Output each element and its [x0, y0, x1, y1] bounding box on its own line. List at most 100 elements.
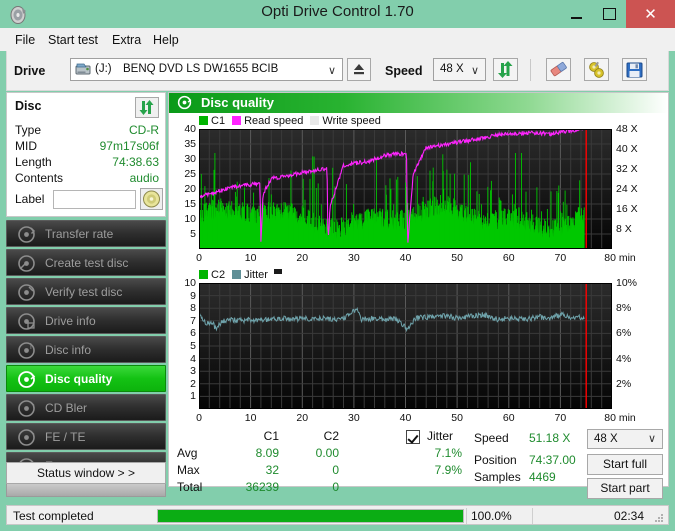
settings-button[interactable]	[584, 58, 609, 81]
disc-fete-icon	[17, 428, 36, 447]
stats-header-c2: C2	[323, 429, 339, 443]
start-full-button[interactable]: Start full	[587, 454, 663, 475]
sidebar-item-label: Create test disc	[45, 256, 129, 270]
status-bar: Test completed 100.0% 02:34	[6, 505, 669, 525]
legend-swatch-read-speed	[232, 116, 242, 125]
resize-grip-icon[interactable]	[653, 510, 664, 522]
sidebar-item-transfer-rate[interactable]: Transfer rate	[6, 220, 166, 247]
test-speed-select[interactable]: 48 X ∨	[587, 429, 663, 449]
row-value: audio	[129, 171, 159, 185]
y-tick-label: 5	[190, 228, 196, 240]
stats-total-c1: 36239	[245, 480, 279, 494]
panel-header: Disc quality	[169, 93, 668, 113]
progress-bar	[157, 509, 464, 523]
sidebar-item-disc-quality[interactable]: Disc quality	[6, 365, 166, 392]
y-tick-label: 25	[184, 168, 196, 180]
sidebar-item-create-test-disc[interactable]: Create test disc	[6, 249, 166, 276]
disc-verify-icon	[17, 283, 36, 302]
row-key: Type	[15, 123, 42, 137]
stats-row-label-total: Total	[177, 480, 203, 494]
stats-panel: C1 C2 Avg Max Total 8.09 32 36239 0.00 0…	[169, 429, 668, 499]
y-tick-label: 5	[190, 340, 196, 352]
legend-label-c1: C1	[211, 115, 226, 127]
y-tick-label: 35	[184, 138, 196, 150]
speed-select[interactable]: 48 X ∨	[433, 58, 486, 81]
sidebar-item-label: FE / TE	[45, 430, 86, 444]
y2-tick-label: 8%	[616, 302, 632, 315]
chart2-legend: C2 Jitter	[199, 269, 285, 281]
title-bar: Opti Drive Control 1.70 ✕	[0, 0, 675, 28]
sidebar-item-label: Disc info	[45, 343, 92, 357]
save-button[interactable]	[622, 58, 647, 81]
y-tick-label: 30	[184, 153, 196, 165]
menu-item-file[interactable]: File	[10, 31, 40, 49]
y-tick-label: 10	[184, 277, 196, 289]
disc-refresh-button[interactable]	[135, 97, 159, 118]
status-window-button[interactable]: Status window > >	[6, 462, 166, 484]
c2-jitter-chart[interactable]	[199, 283, 612, 409]
erase-button[interactable]	[546, 58, 571, 81]
read-label-button[interactable]	[140, 188, 163, 210]
y2-tick-label: 8 X	[616, 223, 632, 235]
page-title: Disc quality	[201, 95, 274, 110]
x-tick-label: 30	[348, 252, 360, 264]
row-value: 74:38.63	[112, 155, 159, 169]
stats-avg-c1: 8.09	[255, 446, 279, 460]
row-key: Length	[15, 155, 52, 169]
drive-select[interactable]: (J:) BENQ DVD LS DW1655 BCIB ∨	[70, 58, 343, 81]
sidebar-item-disc-info[interactable]: i Disc info	[6, 336, 166, 363]
refresh-button[interactable]	[493, 58, 518, 81]
y-tick-label: 20	[184, 183, 196, 195]
stats-total-c2: 0	[332, 480, 339, 494]
sidebar-item-drive-info[interactable]: Drive info	[6, 307, 166, 334]
sidebar-item-label: CD Bler	[45, 401, 88, 415]
start-part-button[interactable]: Start part	[587, 478, 663, 499]
x-tick-label: 20	[296, 412, 309, 424]
x-tick-label: 70	[554, 412, 567, 424]
y2-tick-label: 6%	[616, 327, 632, 340]
eject-button[interactable]	[347, 58, 371, 81]
disc-label-input[interactable]	[53, 190, 136, 209]
x-tick-label: 70	[554, 252, 567, 264]
toolbar: Drive (J:) BENQ DVD LS DW1655 BCIB ∨ Spe…	[6, 51, 669, 91]
minimize-button[interactable]	[560, 0, 593, 28]
y2-tick-label: 16 X	[616, 203, 638, 215]
menu-item-start-test[interactable]: Start test	[43, 31, 103, 49]
elapsed-time: 02:34	[613, 509, 644, 523]
stats-max-jitter: 7.9%	[434, 463, 462, 477]
x-tick-label: 20	[296, 252, 309, 264]
y2-tick-label: 10%	[616, 277, 638, 289]
menu-item-help[interactable]: Help	[148, 31, 184, 49]
x-tick-label: 10	[244, 412, 257, 424]
app-window: Opti Drive Control 1.70 ✕ File Start tes…	[0, 0, 675, 531]
status-text: Test completed	[13, 509, 94, 523]
sidebar-item-cd-bler[interactable]: CD Bler	[6, 394, 166, 421]
legend-swatch-c1	[199, 116, 208, 125]
legend-swatch-c2	[199, 270, 208, 279]
stats-max-c1: 32	[265, 463, 279, 477]
legend-label-read-speed: Read speed	[244, 115, 304, 127]
y-tick-label: 15	[184, 198, 196, 210]
sidebar-item-label: Verify test disc	[45, 285, 123, 299]
x-tick-label: 40	[399, 412, 412, 424]
jitter-checkbox[interactable]	[406, 430, 420, 444]
close-button[interactable]: ✕	[626, 0, 675, 28]
stats-avg-c2: 0.00	[315, 446, 339, 460]
menu-item-extra[interactable]: Extra	[107, 31, 146, 49]
stats-max-c2: 0	[332, 463, 339, 477]
sidebar-item-verify-test-disc[interactable]: Verify test disc	[6, 278, 166, 305]
sidebar-item-fe-te[interactable]: FE / TE	[6, 423, 166, 450]
row-key: MID	[15, 139, 37, 153]
y2-tick-label: 40 X	[616, 143, 638, 155]
x-tick-label: 80 min	[604, 412, 636, 424]
y2-tick-label: 32 X	[616, 163, 638, 175]
legend-label-jitter: Jitter	[244, 269, 268, 281]
stats-avg-jitter: 7.1%	[434, 446, 462, 460]
maximize-button[interactable]	[593, 0, 626, 28]
legend-swatch-c2-bar	[273, 269, 282, 274]
disc-bler-icon	[17, 399, 36, 418]
x-tick-label: 30	[348, 412, 360, 424]
c1-read-speed-chart[interactable]	[199, 129, 612, 249]
menu-bar: File Start test Extra Help	[0, 28, 675, 51]
disc-info-icon: i	[17, 341, 36, 360]
